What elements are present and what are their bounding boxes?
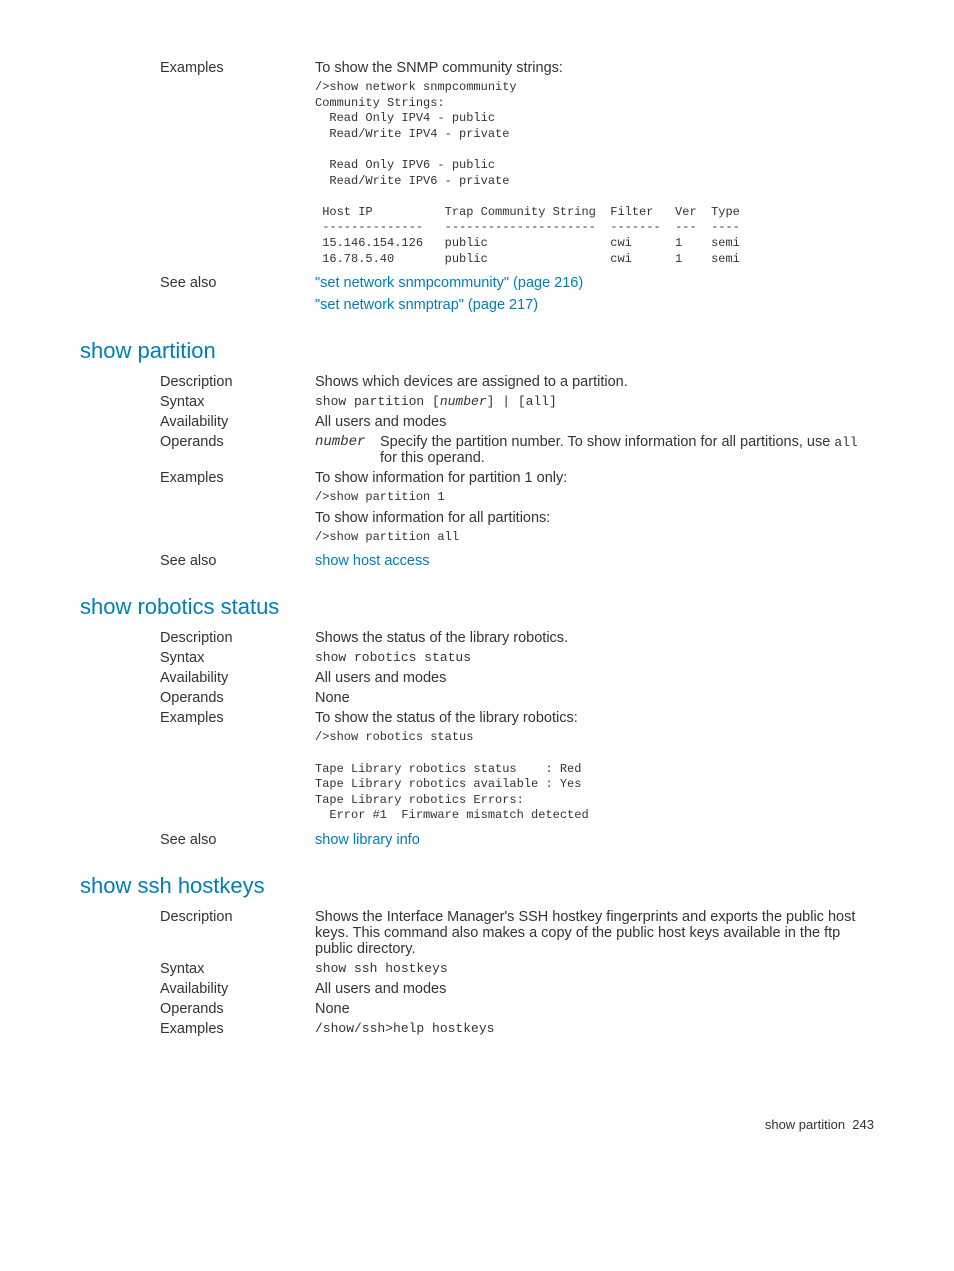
- section-title-robotics: show robotics status: [80, 594, 874, 620]
- operands-label: Operands: [160, 1001, 315, 1017]
- operands-label: Operands: [160, 434, 315, 466]
- examples-intro-2: To show information for all partitions:: [315, 510, 874, 526]
- footer-page: 243: [852, 1117, 874, 1132]
- robotics-examples-row: Examples To show the status of the libra…: [80, 710, 874, 828]
- robotics-syntax-row: Syntax show robotics status: [80, 650, 874, 666]
- avail-text: All users and modes: [315, 414, 874, 430]
- syntax-operand: number: [440, 394, 487, 409]
- desc-label: Description: [160, 374, 315, 390]
- operands-text: None: [315, 690, 874, 706]
- desc-text: Shows the status of the library robotics…: [315, 630, 874, 646]
- examples-content: To show information for partition 1 only…: [315, 470, 874, 549]
- partition-seealso-row: See also show host access: [80, 553, 874, 569]
- desc-label: Description: [160, 909, 315, 957]
- syntax-label: Syntax: [160, 394, 315, 410]
- avail-label: Availability: [160, 981, 315, 997]
- examples-output: />show network snmpcommunity Community S…: [315, 80, 874, 267]
- examples-cmd-2: />show partition all: [315, 530, 874, 546]
- seealso-label: See also: [160, 275, 315, 313]
- seealso-link[interactable]: show library info: [315, 832, 874, 848]
- examples-label: Examples: [160, 1021, 315, 1037]
- robotics-operands-row: Operands None: [80, 690, 874, 706]
- partition-operands-row: Operands number Specify the partition nu…: [80, 434, 874, 466]
- operand-desc: Specify the partition number. To show in…: [380, 434, 874, 466]
- snmp-seealso-row: See also "set network snmpcommunity" (pa…: [80, 275, 874, 313]
- footer-text: show partition: [765, 1117, 845, 1132]
- seealso-label: See also: [160, 553, 315, 569]
- desc-text: Shows the Interface Manager's SSH hostke…: [315, 909, 874, 957]
- examples-intro: To show the status of the library roboti…: [315, 710, 874, 726]
- seealso-link-2[interactable]: "set network snmptrap" (page 217): [315, 297, 874, 313]
- ssh-operands-row: Operands None: [80, 1001, 874, 1017]
- desc-label: Description: [160, 630, 315, 646]
- ssh-avail-row: Availability All users and modes: [80, 981, 874, 997]
- examples-output: />show robotics status Tape Library robo…: [315, 730, 874, 824]
- seealso-content: "set network snmpcommunity" (page 216) "…: [315, 275, 874, 313]
- examples-content: To show the status of the library roboti…: [315, 710, 874, 828]
- syntax-pre: show partition [: [315, 394, 440, 409]
- desc-text: Shows which devices are assigned to a pa…: [315, 374, 874, 390]
- examples-label: Examples: [160, 710, 315, 828]
- operands-label: Operands: [160, 690, 315, 706]
- examples-label: Examples: [160, 60, 315, 271]
- syntax-label: Syntax: [160, 961, 315, 977]
- seealso-link-1[interactable]: "set network snmpcommunity" (page 216): [315, 275, 874, 291]
- avail-text: All users and modes: [315, 981, 874, 997]
- examples-intro: To show the SNMP community strings:: [315, 60, 874, 76]
- examples-cmd-1: />show partition 1: [315, 490, 874, 506]
- partition-examples-row: Examples To show information for partiti…: [80, 470, 874, 549]
- avail-label: Availability: [160, 670, 315, 686]
- robotics-avail-row: Availability All users and modes: [80, 670, 874, 686]
- partition-avail-row: Availability All users and modes: [80, 414, 874, 430]
- operands-content: number Specify the partition number. To …: [315, 434, 874, 466]
- syntax-label: Syntax: [160, 650, 315, 666]
- robotics-seealso-row: See also show library info: [80, 832, 874, 848]
- operand-name: number: [315, 434, 380, 466]
- seealso-link[interactable]: show host access: [315, 553, 874, 569]
- section-title-ssh: show ssh hostkeys: [80, 873, 874, 899]
- page-footer: show partition 243: [80, 1117, 874, 1132]
- examples-label: Examples: [160, 470, 315, 549]
- syntax-post: ] | [all]: [487, 394, 557, 409]
- operands-text: None: [315, 1001, 874, 1017]
- partition-syntax-row: Syntax show partition [number] | [all]: [80, 394, 874, 410]
- snmp-examples-row: Examples To show the SNMP community stri…: [80, 60, 874, 271]
- ssh-syntax-row: Syntax show ssh hostkeys: [80, 961, 874, 977]
- examples-text: /show/ssh>help hostkeys: [315, 1021, 874, 1037]
- robotics-desc-row: Description Shows the status of the libr…: [80, 630, 874, 646]
- examples-content: To show the SNMP community strings: />sh…: [315, 60, 874, 271]
- examples-intro-1: To show information for partition 1 only…: [315, 470, 874, 486]
- syntax-text: show partition [number] | [all]: [315, 394, 874, 410]
- seealso-label: See also: [160, 832, 315, 848]
- ssh-examples-row: Examples /show/ssh>help hostkeys: [80, 1021, 874, 1037]
- syntax-text: show ssh hostkeys: [315, 961, 874, 977]
- avail-text: All users and modes: [315, 670, 874, 686]
- partition-desc-row: Description Shows which devices are assi…: [80, 374, 874, 390]
- section-title-partition: show partition: [80, 338, 874, 364]
- avail-label: Availability: [160, 414, 315, 430]
- syntax-text: show robotics status: [315, 650, 874, 666]
- ssh-desc-row: Description Shows the Interface Manager'…: [80, 909, 874, 957]
